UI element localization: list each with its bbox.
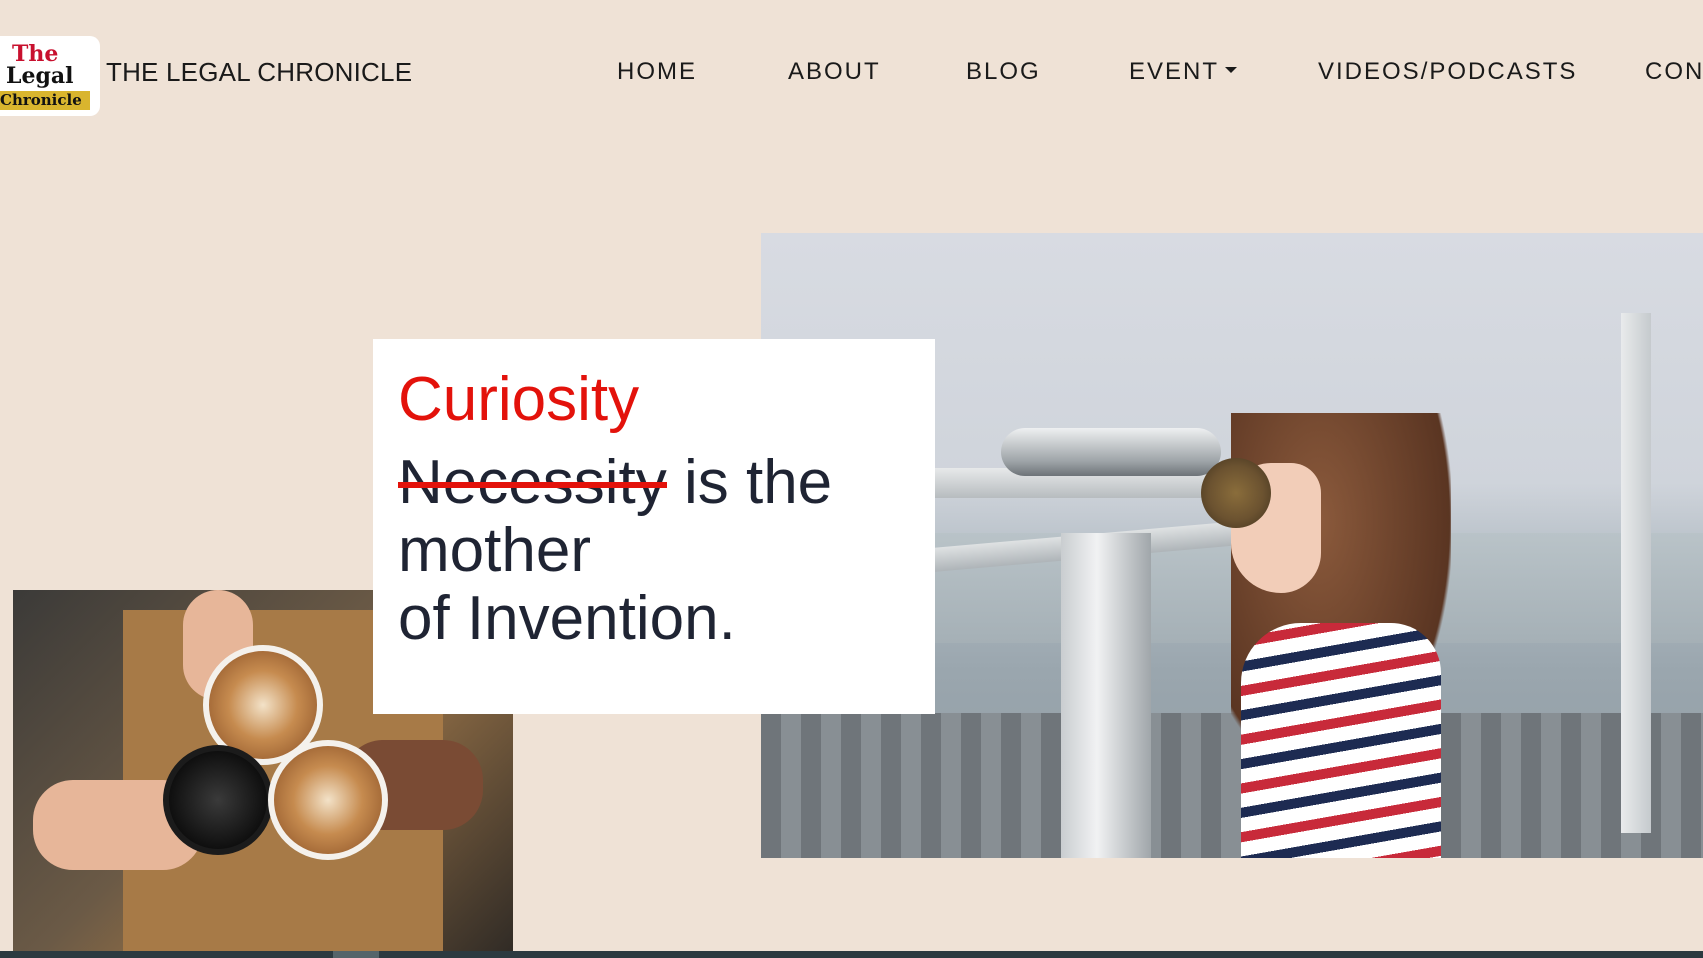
image-telescope-eyepiece: [1201, 458, 1271, 528]
image-post: [1621, 313, 1651, 833]
horizontal-scrollbar[interactable]: [0, 951, 1703, 958]
quote-line1-rest: is the: [666, 448, 833, 517]
image-latte-cup: [268, 740, 388, 860]
quote-line3: of Invention.: [398, 584, 736, 654]
nav-event[interactable]: EVENT: [1129, 58, 1238, 86]
image-telescope-body: [1001, 428, 1221, 476]
scrollbar-thumb[interactable]: [333, 951, 379, 958]
quote-highlight-word: Curiosity: [398, 365, 640, 434]
image-girl-shirt: [1241, 623, 1441, 858]
quote-struck-word: Necessity: [398, 448, 667, 517]
nav-blog[interactable]: BLOG: [966, 58, 1041, 86]
site-header: The Legal Chronicle THE LEGAL CHRONICLE …: [0, 0, 1703, 160]
nav-contact[interactable]: CONT: [1645, 58, 1703, 86]
image-dark-cup: [163, 745, 273, 855]
quote-text: Necessity is the mother of Invention.: [398, 448, 910, 654]
nav-home[interactable]: HOME: [617, 58, 697, 86]
chevron-down-icon: [1225, 66, 1238, 73]
nav-videos-podcasts[interactable]: VIDEOS/PODCASTS: [1318, 58, 1577, 86]
hero-quote-card: Curiosity Necessity is the mother of Inv…: [373, 339, 935, 714]
nav-event-label: EVENT: [1129, 58, 1220, 85]
image-telescope-stand: [1061, 533, 1151, 858]
main-nav: HOME ABOUT BLOG EVENT VIDEOS/PODCASTS CO…: [0, 58, 1703, 92]
logo-text-chronicle: Chronicle: [0, 90, 90, 110]
nav-about[interactable]: ABOUT: [788, 58, 881, 86]
quote-line2: mother: [398, 516, 591, 586]
